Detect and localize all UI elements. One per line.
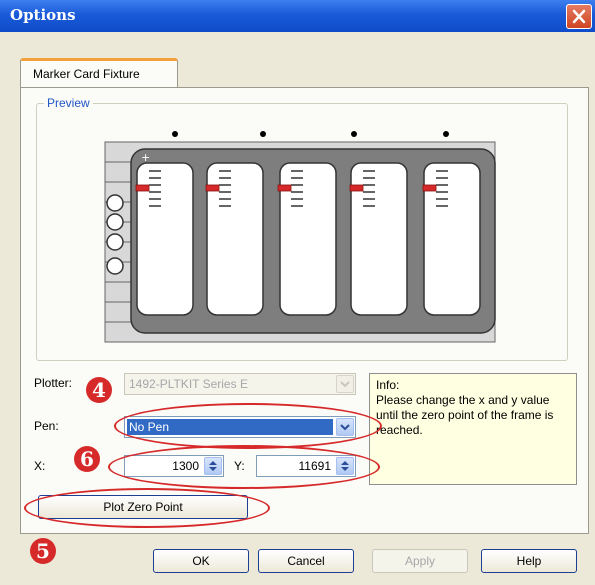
callout-6: 6 (74, 446, 100, 472)
callout-5: 5 (30, 538, 56, 564)
tab-label: Marker Card Fixture (33, 67, 140, 81)
title-bar: Options (0, 0, 595, 32)
chevron-down-icon (337, 376, 353, 392)
callout-4: 4 (86, 377, 112, 403)
xy-highlight-ellipse (108, 445, 380, 489)
x-label: X: (34, 459, 46, 473)
ok-button[interactable]: OK (153, 549, 249, 573)
help-button[interactable]: Help (481, 549, 577, 573)
plotter-label: Plotter: (34, 376, 73, 390)
pen-highlight-ellipse (114, 403, 382, 449)
top-dots (172, 131, 449, 137)
info-box: Info: Please change the x and y value un… (369, 373, 577, 485)
preview-legend: Preview (44, 96, 93, 110)
cancel-button[interactable]: Cancel (258, 549, 354, 573)
pen-label: Pen: (34, 419, 59, 433)
window-title: Options (10, 6, 76, 24)
plotter-dropdown-button[interactable] (336, 375, 354, 393)
info-text: Please change the x and y value until th… (376, 393, 554, 437)
plotter-select[interactable]: 1492-PLTKIT Series E (124, 373, 356, 395)
close-button[interactable] (566, 4, 592, 29)
first-card-mark: + (141, 151, 150, 164)
tab-marker-card-fixture[interactable]: Marker Card Fixture (20, 58, 178, 88)
info-heading: Info: (376, 378, 400, 392)
fixture-preview-image: + (103, 125, 503, 348)
plot-zero-highlight-ellipse (24, 488, 270, 528)
apply-button[interactable]: Apply (372, 549, 468, 573)
plotter-value: 1492-PLTKIT Series E (129, 377, 248, 391)
close-icon (567, 5, 591, 28)
